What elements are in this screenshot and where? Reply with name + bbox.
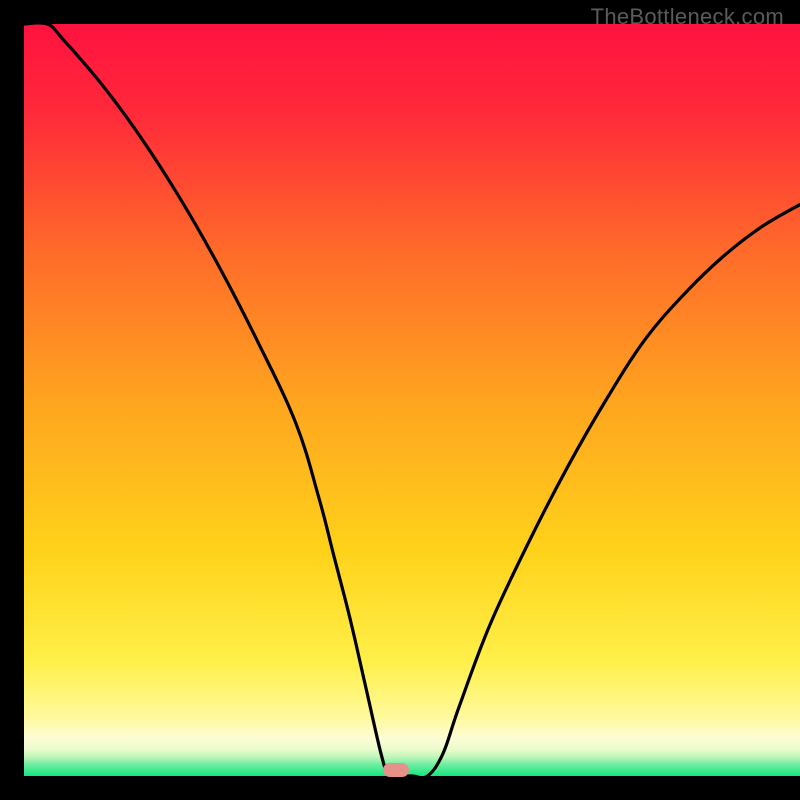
watermark-text: TheBottleneck.com: [591, 4, 784, 30]
heat-gradient-background: [24, 24, 800, 776]
chart-stage: TheBottleneck.com: [0, 0, 800, 800]
optimal-point-marker: [383, 763, 409, 777]
